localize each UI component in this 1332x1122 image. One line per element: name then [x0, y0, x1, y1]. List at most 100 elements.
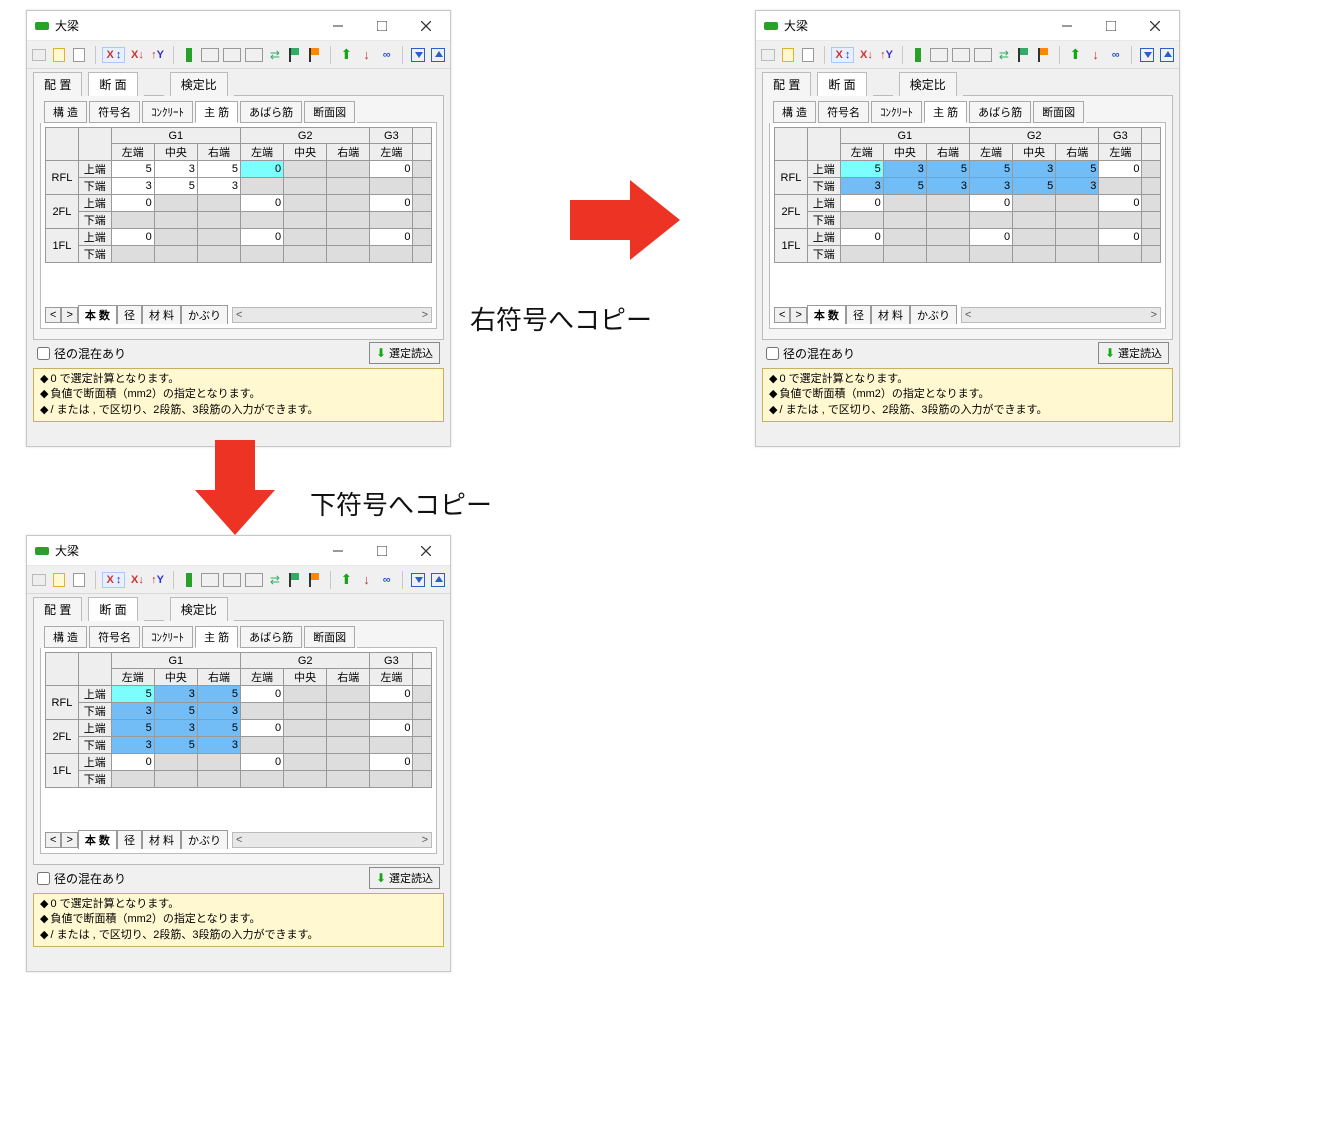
grid-cell[interactable]	[370, 737, 413, 754]
col-header[interactable]	[413, 669, 432, 686]
row-part-header[interactable]: 上端	[807, 195, 840, 212]
grid-cell[interactable]	[926, 212, 969, 229]
grid-cell[interactable]	[1056, 229, 1099, 246]
row-part-header[interactable]: 上端	[78, 195, 111, 212]
grid-cell[interactable]	[883, 212, 926, 229]
grid-cell[interactable]	[1142, 178, 1161, 195]
expand-up-icon[interactable]	[1159, 46, 1175, 64]
sheet-nav-prev[interactable]: <	[774, 307, 790, 323]
grid-cell[interactable]	[413, 178, 432, 195]
grid-cell[interactable]: 3	[111, 737, 154, 754]
sheet-tab-cover[interactable]: かぶり	[910, 305, 957, 324]
row-part-header[interactable]: 下端	[807, 246, 840, 263]
checkbox-input[interactable]	[37, 347, 50, 360]
grid-cell[interactable]: 0	[840, 195, 883, 212]
grid-cell[interactable]	[413, 703, 432, 720]
flag-green-icon[interactable]	[287, 571, 303, 589]
green-bar-icon[interactable]	[181, 571, 197, 589]
grid-cell[interactable]: 5	[1056, 161, 1099, 178]
arrows-icon[interactable]: ⇄	[267, 571, 283, 589]
grid-cell[interactable]: 5	[154, 178, 197, 195]
infinity-icon[interactable]: ∞	[1108, 46, 1124, 64]
row-group-header[interactable]: 2FL	[46, 195, 79, 229]
flag-orange-icon[interactable]	[307, 571, 323, 589]
infinity-icon[interactable]: ∞	[379, 571, 395, 589]
grid-cell[interactable]	[413, 737, 432, 754]
row-group-header[interactable]: 2FL	[46, 720, 79, 754]
grid-cell[interactable]	[327, 703, 370, 720]
grid-cell[interactable]	[284, 754, 327, 771]
sheet-tab-count[interactable]: 本 数	[78, 305, 117, 324]
grid-cell[interactable]	[327, 161, 370, 178]
grid-cell[interactable]	[413, 212, 432, 229]
grid-cell[interactable]	[840, 212, 883, 229]
grid-cell[interactable]: 3	[111, 703, 154, 720]
grid-cell[interactable]	[370, 246, 413, 263]
row-group-header[interactable]: 1FL	[46, 754, 79, 788]
grid-cell[interactable]	[197, 771, 240, 788]
grid-cell[interactable]: 0	[1099, 195, 1142, 212]
sheet-nav-next[interactable]: >	[790, 307, 806, 323]
grid-cell[interactable]	[241, 246, 284, 263]
maximize-button[interactable]	[360, 537, 404, 565]
tool-icon[interactable]	[71, 46, 87, 64]
row-part-header[interactable]: 下端	[78, 771, 111, 788]
subtab-mainbar[interactable]: 主 筋	[195, 101, 238, 123]
grid-cell[interactable]: 0	[370, 195, 413, 212]
grid-cell[interactable]	[284, 178, 327, 195]
grid-cell[interactable]: 0	[241, 195, 284, 212]
tab-ratio[interactable]: 検定比	[170, 597, 228, 621]
grid-cell[interactable]: 0	[241, 161, 284, 178]
grid-cell[interactable]	[284, 737, 327, 754]
tab-section[interactable]: 断 面	[88, 72, 137, 96]
row-group-header[interactable]: 1FL	[775, 229, 808, 263]
grid-cell[interactable]	[413, 686, 432, 703]
grid-cell[interactable]	[1142, 212, 1161, 229]
col-header[interactable]: 中央	[284, 669, 327, 686]
subtab-concrete[interactable]: ｺﾝｸﾘｰﾄ	[142, 101, 193, 123]
panel-icon[interactable]	[952, 46, 970, 64]
grid-cell[interactable]	[370, 212, 413, 229]
row-part-header[interactable]: 上端	[807, 229, 840, 246]
grid-cell[interactable]	[1056, 195, 1099, 212]
grid-cell[interactable]	[1013, 229, 1056, 246]
xy-tool[interactable]: X↕	[102, 572, 125, 588]
expand-up-icon[interactable]	[430, 571, 446, 589]
tool-icon[interactable]	[51, 571, 67, 589]
grid-cell[interactable]: 3	[840, 178, 883, 195]
grid-cell[interactable]	[284, 720, 327, 737]
close-button[interactable]	[1133, 12, 1177, 40]
load-selection-button[interactable]: ⬇ 選定読込	[1098, 342, 1169, 364]
grid-cell[interactable]	[327, 720, 370, 737]
grid-cell[interactable]: 3	[111, 178, 154, 195]
grid-cell[interactable]: 0	[1099, 229, 1142, 246]
grid-cell[interactable]	[327, 771, 370, 788]
tool-icon[interactable]	[31, 571, 47, 589]
sheet-tab-diameter[interactable]: 径	[117, 305, 142, 324]
grid-cell[interactable]: 0	[370, 686, 413, 703]
maximize-button[interactable]	[360, 12, 404, 40]
subtab-mainbar[interactable]: 主 筋	[195, 626, 238, 648]
tool-icon[interactable]	[71, 571, 87, 589]
col-header[interactable]: 左端	[970, 144, 1013, 161]
tab-layout[interactable]: 配 置	[33, 72, 82, 96]
grid-cell[interactable]: 0	[241, 686, 284, 703]
grid-cell[interactable]: 0	[111, 229, 154, 246]
subtab-section-view[interactable]: 断面図	[304, 101, 355, 123]
grid-cell[interactable]: 5	[197, 720, 240, 737]
tab-section[interactable]: 断 面	[88, 597, 137, 621]
expand-down-icon[interactable]	[1139, 46, 1155, 64]
col-header[interactable]: 右端	[327, 669, 370, 686]
panel-icon[interactable]	[974, 46, 992, 64]
grid-cell[interactable]: 3	[197, 703, 240, 720]
load-selection-button[interactable]: ⬇ 選定読込	[369, 867, 440, 889]
col-header[interactable]: 左端	[840, 144, 883, 161]
flag-orange-icon[interactable]	[307, 46, 323, 64]
grid-cell[interactable]: 5	[111, 161, 154, 178]
grid-cell[interactable]: 3	[154, 720, 197, 737]
subtab-structure[interactable]: 構 造	[773, 101, 816, 123]
grid-cell[interactable]: 0	[370, 720, 413, 737]
flag-green-icon[interactable]	[1016, 46, 1032, 64]
grid-cell[interactable]: 0	[840, 229, 883, 246]
grid-cell[interactable]: 3	[1056, 178, 1099, 195]
